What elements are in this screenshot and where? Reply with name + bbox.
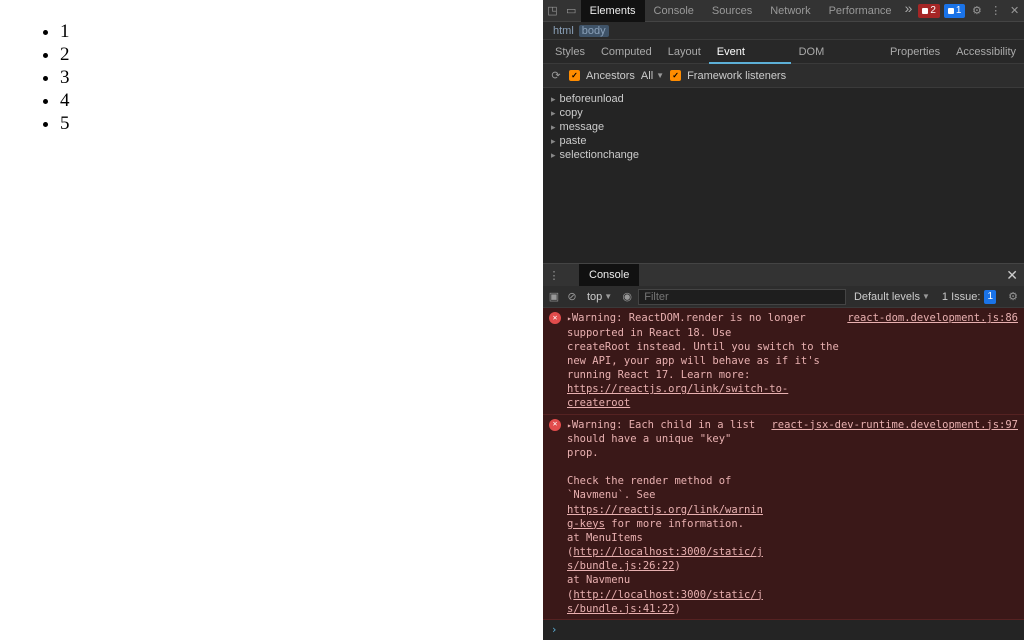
event-row[interactable]: paste <box>543 134 1024 148</box>
list-item: 1 <box>60 20 543 43</box>
error-source-link[interactable]: react-dom.development.js:86 <box>847 311 1018 410</box>
list-item: 4 <box>60 89 543 112</box>
devtools-tabs: Elements Console Sources Network Perform… <box>581 0 917 22</box>
drawer-close-icon[interactable]: ✕ <box>1006 267 1018 284</box>
event-row[interactable]: selectionchange <box>543 148 1024 162</box>
console-error-row[interactable]: ✕ ▸Warning: Each child in a list should … <box>543 415 1024 620</box>
more-tabs-icon[interactable]: » <box>901 0 917 22</box>
device-toggle-icon[interactable]: ▭ <box>565 3 578 19</box>
subtab-dom-breakpoints[interactable]: DOM Breakpoints <box>791 40 882 64</box>
issue-count-badge[interactable]: 1 <box>944 4 966 18</box>
learn-more-link[interactable]: https://reactjs.org/link/switch-to-creat… <box>567 383 788 409</box>
event-row[interactable]: copy <box>543 106 1024 120</box>
breadcrumb-html[interactable]: html <box>550 25 577 37</box>
devtools-panel: ◳ ▭ Elements Console Sources Network Per… <box>543 0 1024 640</box>
console-drawer: ⋮ Console ✕ ▣ ⊘ top▼ ◉ Default levels▼ 1… <box>543 263 1024 640</box>
event-row[interactable]: beforeunload <box>543 92 1024 106</box>
tab-network[interactable]: Network <box>761 0 819 22</box>
event-listeners-toolbar: ⟳ ✓ Ancestors All▼ ✓ Framework listeners <box>543 64 1024 88</box>
subtab-event-listeners[interactable]: Event Listeners <box>709 40 791 64</box>
tab-console[interactable]: Console <box>645 0 703 22</box>
ancestors-label: Ancestors <box>586 70 635 82</box>
console-toolbar: ▣ ⊘ top▼ ◉ Default levels▼ 1 Issue: 1 ⚙ <box>543 286 1024 308</box>
console-prompt[interactable]: › <box>543 620 1024 640</box>
error-source-link[interactable]: react-jsx-dev-runtime.development.js:97 <box>771 418 1018 616</box>
list-item: 2 <box>60 43 543 66</box>
list-item: 3 <box>60 66 543 89</box>
inspect-icon[interactable]: ◳ <box>546 3 559 19</box>
error-icon: ✕ <box>549 419 561 431</box>
rendered-page: 1 2 3 4 5 <box>0 0 543 640</box>
console-header: ⋮ Console ✕ <box>543 264 1024 286</box>
framework-label: Framework listeners <box>687 70 786 82</box>
subtab-properties[interactable]: Properties <box>882 40 948 64</box>
console-drawer-tab[interactable]: Console <box>579 264 639 286</box>
console-error-row[interactable]: ✕ ▸Warning: ReactDOM.render is no longer… <box>543 308 1024 414</box>
error-count-badge[interactable]: 2 <box>918 4 940 18</box>
gear-icon[interactable]: ⚙ <box>970 3 983 19</box>
kebab-icon[interactable]: ⋮ <box>989 3 1002 19</box>
nav-list: 1 2 3 4 5 <box>40 20 543 135</box>
scope-dropdown[interactable]: All▼ <box>641 70 664 82</box>
event-listeners-list: beforeunload copy message paste selectio… <box>543 88 1024 263</box>
clear-console-icon[interactable]: ⊘ <box>565 290 579 303</box>
list-item: 5 <box>60 112 543 135</box>
elements-subtabs: Styles Computed Layout Event Listeners D… <box>543 40 1024 64</box>
subtab-computed[interactable]: Computed <box>593 40 660 64</box>
breadcrumb-body[interactable]: body <box>579 25 609 37</box>
levels-dropdown[interactable]: Default levels▼ <box>850 290 934 304</box>
drawer-kebab-icon[interactable]: ⋮ <box>547 269 561 282</box>
event-row[interactable]: message <box>543 120 1024 134</box>
framework-checkbox[interactable]: ✓ <box>670 70 681 81</box>
console-filter-input[interactable] <box>638 289 846 305</box>
eye-icon[interactable]: ◉ <box>620 290 634 303</box>
sidebar-toggle-icon[interactable]: ▣ <box>547 290 561 303</box>
console-settings-icon[interactable]: ⚙ <box>1006 290 1020 303</box>
dom-breadcrumb[interactable]: html body <box>543 22 1024 40</box>
subtab-accessibility[interactable]: Accessibility <box>948 40 1024 64</box>
tab-performance[interactable]: Performance <box>820 0 901 22</box>
stack-link[interactable]: http://localhost:3000/static/js/bundle.j… <box>567 546 763 572</box>
subtab-styles[interactable]: Styles <box>547 40 593 64</box>
tab-sources[interactable]: Sources <box>703 0 761 22</box>
tab-elements[interactable]: Elements <box>581 0 645 22</box>
context-dropdown[interactable]: top▼ <box>583 290 616 304</box>
refresh-icon[interactable]: ⟳ <box>549 69 563 82</box>
error-icon: ✕ <box>549 312 561 324</box>
ancestors-checkbox[interactable]: ✓ <box>569 70 580 81</box>
stack-link[interactable]: http://localhost:3000/static/js/bundle.j… <box>567 589 763 615</box>
subtab-layout[interactable]: Layout <box>660 40 709 64</box>
issues-indicator[interactable]: 1 Issue: 1 <box>938 289 1002 305</box>
console-output[interactable]: ✕ ▸Warning: ReactDOM.render is no longer… <box>543 308 1024 640</box>
close-icon[interactable]: ✕ <box>1008 3 1021 19</box>
devtools-topbar: ◳ ▭ Elements Console Sources Network Per… <box>543 0 1024 22</box>
